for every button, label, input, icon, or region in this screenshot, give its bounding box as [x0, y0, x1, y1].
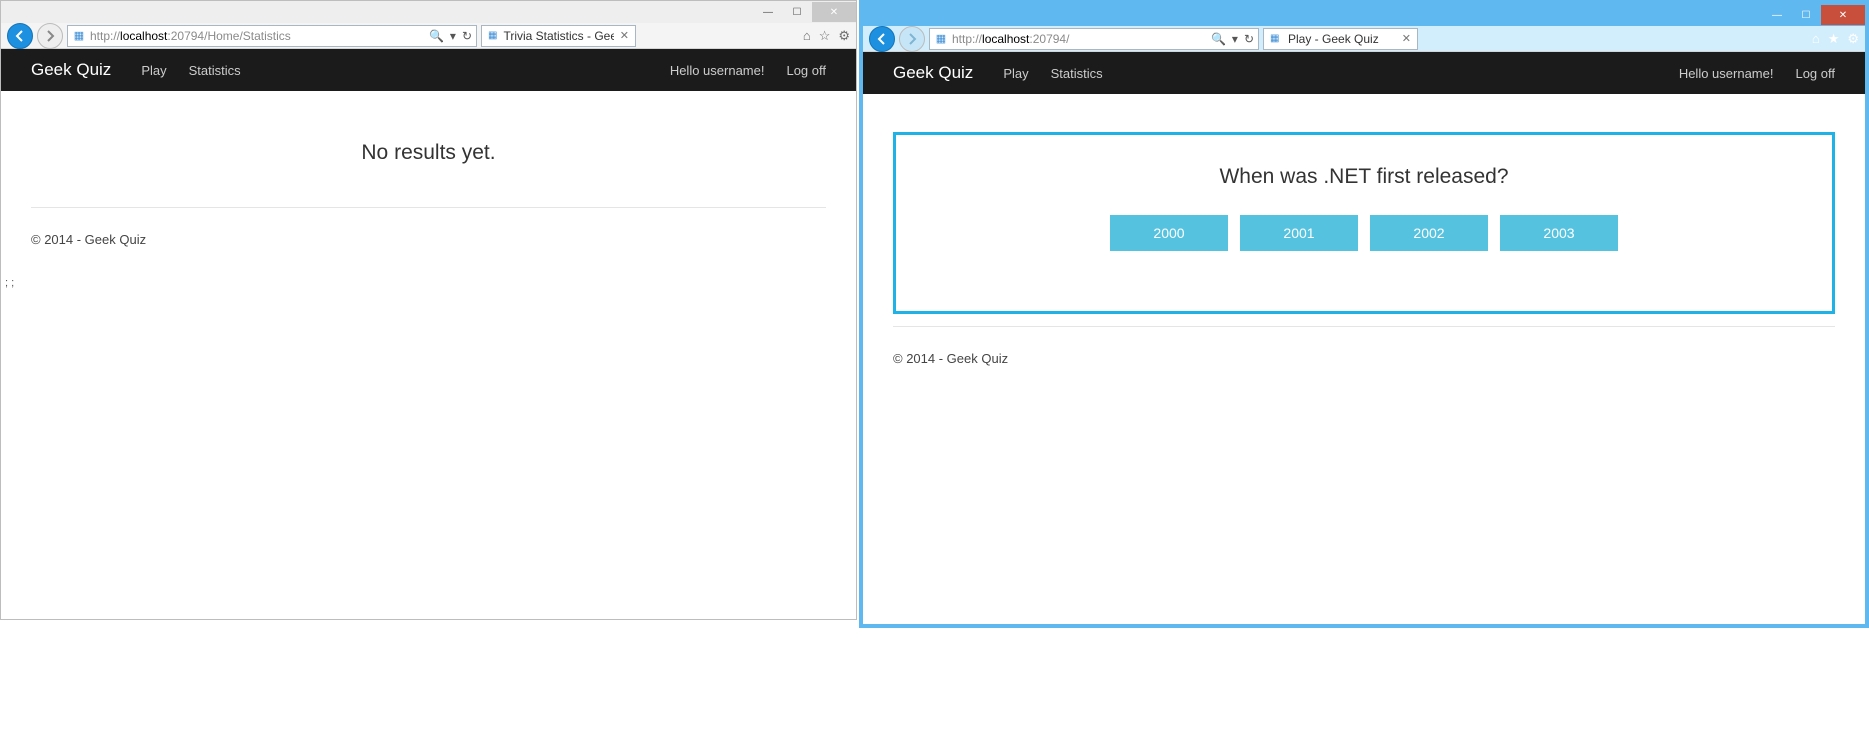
nav-statistics-link[interactable]: Statistics — [1051, 66, 1103, 81]
footer-text: © 2014 - Geek Quiz — [893, 347, 1835, 376]
toolbar-right: ▦ http://localhost:20794/ 🔍 ▾ ↻ ▦ Play -… — [863, 26, 1865, 52]
nav-play-link[interactable]: Play — [141, 63, 166, 78]
logoff-link[interactable]: Log off — [1795, 66, 1835, 81]
tab-close-icon[interactable]: ✕ — [620, 29, 629, 42]
tab-favicon-icon: ▦ — [488, 30, 497, 42]
app-navbar: Geek Quiz Play Statistics Hello username… — [1, 49, 856, 91]
answer-button-1[interactable]: 2001 — [1240, 215, 1358, 251]
answer-row: 2000 2001 2002 2003 — [936, 215, 1792, 251]
quiz-card: When was .NET first released? 2000 2001 … — [893, 132, 1835, 314]
dropdown-icon[interactable]: ▾ — [450, 29, 456, 43]
arrow-right-icon — [906, 33, 918, 45]
tools-gear-icon[interactable]: ⚙ — [1847, 31, 1859, 47]
search-icon[interactable]: 🔍 — [429, 29, 444, 43]
address-text: http://localhost:20794/ — [952, 32, 1207, 46]
page-left: Geek Quiz Play Statistics Hello username… — [1, 49, 856, 619]
address-bar[interactable]: ▦ http://localhost:20794/Home/Statistics… — [67, 25, 477, 47]
tools-gear-icon[interactable]: ⚙ — [838, 28, 850, 44]
window-maximize-button[interactable]: ☐ — [783, 2, 811, 22]
divider — [893, 326, 1835, 327]
dropdown-icon[interactable]: ▾ — [1232, 32, 1238, 46]
hello-user-link[interactable]: Hello username! — [670, 63, 765, 78]
toolbar-left: ▦ http://localhost:20794/Home/Statistics… — [1, 23, 856, 49]
page-favicon-icon: ▦ — [934, 32, 948, 46]
refresh-icon[interactable]: ↻ — [462, 29, 472, 43]
footer-text: © 2014 - Geek Quiz — [31, 228, 826, 257]
nav-back-button[interactable] — [869, 26, 895, 52]
browser-tab[interactable]: ▦ Trivia Statistics - Geek Quiz ✕ — [481, 25, 636, 47]
address-bar[interactable]: ▦ http://localhost:20794/ 🔍 ▾ ↻ — [929, 28, 1259, 50]
favorites-icon[interactable]: ★ — [1828, 31, 1840, 47]
browser-tab[interactable]: ▦ Play - Geek Quiz ✕ — [1263, 28, 1418, 50]
titlebar-left: — ☐ ✕ — [1, 1, 856, 23]
nav-forward-button[interactable] — [899, 26, 925, 52]
arrow-left-icon — [876, 33, 888, 45]
window-minimize-button[interactable]: — — [1763, 5, 1791, 25]
home-icon[interactable]: ⌂ — [1812, 31, 1820, 47]
brand-link[interactable]: Geek Quiz — [31, 60, 111, 80]
answer-button-0[interactable]: 2000 — [1110, 215, 1228, 251]
browser-window-right: — ☐ ✕ ▦ http://localhost:20794/ 🔍 ▾ ↻ — [859, 0, 1869, 628]
titlebar-right: — ☐ ✕ — [863, 4, 1865, 26]
page-favicon-icon: ▦ — [72, 29, 86, 43]
tab-title: Play - Geek Quiz — [1288, 32, 1379, 46]
stray-text: ; ; — [1, 277, 856, 289]
search-icon[interactable]: 🔍 — [1211, 32, 1226, 46]
tab-close-icon[interactable]: ✕ — [1402, 32, 1411, 45]
answer-button-2[interactable]: 2002 — [1370, 215, 1488, 251]
brand-link[interactable]: Geek Quiz — [893, 63, 973, 83]
home-icon[interactable]: ⌂ — [803, 28, 811, 44]
tab-favicon-icon: ▦ — [1270, 33, 1282, 45]
page-right: Geek Quiz Play Statistics Hello username… — [863, 52, 1865, 624]
window-close-button[interactable]: ✕ — [1821, 5, 1865, 25]
quiz-question: When was .NET first released? — [936, 165, 1792, 189]
address-text: http://localhost:20794/Home/Statistics — [90, 29, 425, 43]
logoff-link[interactable]: Log off — [786, 63, 826, 78]
window-close-button[interactable]: ✕ — [812, 2, 856, 22]
divider — [31, 207, 826, 208]
no-results-text: No results yet. — [31, 111, 826, 195]
nav-back-button[interactable] — [7, 23, 33, 49]
browser-window-left: — ☐ ✕ ▦ http://localhost:20794/Home/Stat… — [0, 0, 857, 620]
tab-title: Trivia Statistics - Geek Quiz — [503, 29, 613, 43]
favorites-icon[interactable]: ☆ — [819, 28, 831, 44]
nav-forward-button[interactable] — [37, 23, 63, 49]
window-maximize-button[interactable]: ☐ — [1792, 5, 1820, 25]
window-minimize-button[interactable]: — — [754, 2, 782, 22]
answer-button-3[interactable]: 2003 — [1500, 215, 1618, 251]
nav-play-link[interactable]: Play — [1003, 66, 1028, 81]
arrow-right-icon — [44, 30, 56, 42]
refresh-icon[interactable]: ↻ — [1244, 32, 1254, 46]
nav-statistics-link[interactable]: Statistics — [189, 63, 241, 78]
hello-user-link[interactable]: Hello username! — [1679, 66, 1774, 81]
app-navbar: Geek Quiz Play Statistics Hello username… — [863, 52, 1865, 94]
arrow-left-icon — [14, 30, 26, 42]
